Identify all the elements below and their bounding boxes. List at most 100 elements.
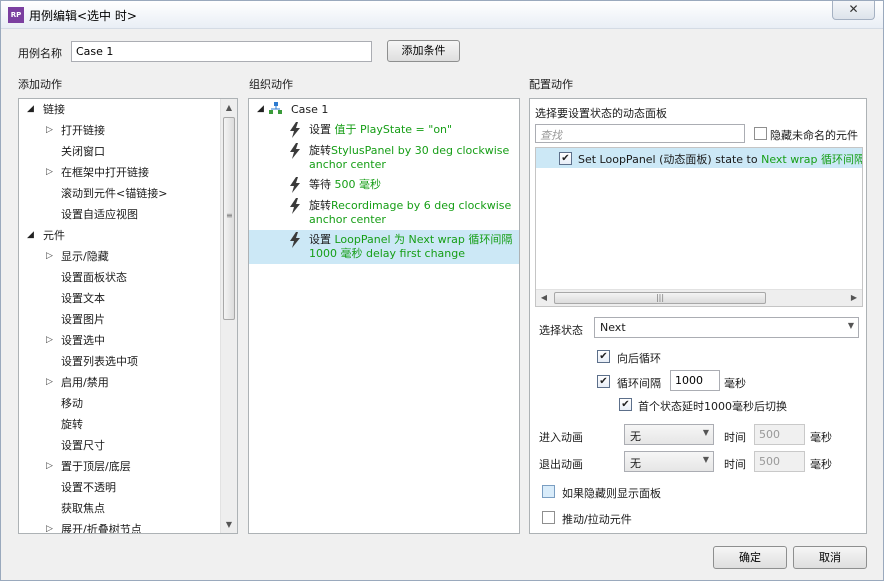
tree-item[interactable]: 获取焦点	[19, 498, 219, 519]
collapsed-triangle-icon[interactable]: ▷	[46, 330, 53, 351]
enter-animation-dropdown[interactable]: 无 ▼	[624, 424, 714, 445]
action-item[interactable]: 旋转StylusPanel by 30 deg clockwise anchor …	[249, 141, 519, 175]
title-bar: RP 用例编辑<选中 时> ✕	[1, 1, 883, 29]
scroll-right-arrow-icon[interactable]: ▶	[846, 290, 862, 306]
scroll-down-arrow-icon[interactable]: ▼	[221, 516, 237, 533]
interval-label: 循环间隔	[617, 377, 661, 390]
wrap-checkbox[interactable]: ✔	[597, 350, 610, 363]
action-item[interactable]: 设置 值于 PlayState = "on"	[249, 120, 519, 141]
action-text: 旋转Recordimage by 6 deg clockwise anchor c…	[309, 199, 511, 227]
close-icon[interactable]: ✕	[832, 1, 875, 20]
action-detail: 500 毫秒	[334, 178, 382, 191]
tree-item[interactable]: 移动	[19, 393, 219, 414]
tree-item[interactable]: 设置文本	[19, 288, 219, 309]
add-actions-heading: 添加动作	[18, 78, 62, 91]
tree-item-label: 旋转	[61, 418, 83, 431]
tree-item[interactable]: ▷ 启用/禁用	[19, 372, 219, 393]
expanded-triangle-icon[interactable]: ◢	[27, 99, 34, 120]
enter-animation-label: 进入动画	[539, 431, 583, 444]
select-state-dropdown[interactable]: Next ▼	[594, 317, 859, 338]
action-detail-line2: anchor center	[309, 158, 386, 171]
action-verb: 设置	[309, 233, 335, 246]
exit-time-input[interactable]: 500	[754, 451, 805, 472]
show-if-hidden-checkbox[interactable]	[542, 485, 555, 498]
tree-item[interactable]: 设置图片	[19, 309, 219, 330]
exit-animation-label: 退出动画	[539, 458, 583, 471]
collapsed-triangle-icon[interactable]: ▷	[46, 120, 53, 141]
collapsed-triangle-icon[interactable]: ▷	[46, 246, 53, 267]
axure-rp-app-icon: RP	[8, 7, 24, 23]
expanded-triangle-icon[interactable]: ◢	[257, 99, 264, 120]
cancel-button[interactable]: 取消	[793, 546, 867, 569]
window-title: 用例编辑<选中 时>	[29, 9, 137, 23]
tree-item-label: 滚动到元件<锚链接>	[61, 187, 168, 200]
tree-group-node[interactable]: ◢ 链接	[19, 99, 219, 120]
tree-group-node[interactable]: ◢ 元件	[19, 225, 219, 246]
tree-group-label: 元件	[43, 229, 65, 242]
exit-animation-dropdown[interactable]: 无 ▼	[624, 451, 714, 472]
tree-item[interactable]: 滚动到元件<锚链接>	[19, 183, 219, 204]
push-pull-checkbox[interactable]	[542, 511, 555, 524]
tree-item-label: 设置尺寸	[61, 439, 105, 452]
lightning-bolt-icon	[290, 198, 300, 214]
tree-item[interactable]: ▷ 打开链接	[19, 120, 219, 141]
tree-item[interactable]: 旋转	[19, 414, 219, 435]
lightning-bolt-icon	[290, 232, 300, 248]
hide-unnamed-checkbox[interactable]	[754, 127, 767, 140]
collapsed-triangle-icon[interactable]: ▷	[46, 162, 53, 183]
tree-item-label: 启用/禁用	[61, 376, 109, 389]
collapsed-triangle-icon[interactable]: ▷	[46, 456, 53, 477]
scroll-up-arrow-icon[interactable]: ▲	[221, 99, 237, 116]
tree-item[interactable]: ▷ 设置选中	[19, 330, 219, 351]
list-horizontal-scrollbar[interactable]: ◀ ||| ▶	[536, 289, 862, 306]
tree-item[interactable]: 设置列表选中项	[19, 351, 219, 372]
tree-item[interactable]: ▷ 在框架中打开链接	[19, 162, 219, 183]
list-item[interactable]: ✔ Set LoopPanel (动态面板) state to Next wra…	[536, 148, 863, 168]
tree-item-label: 移动	[61, 397, 83, 410]
add-condition-button[interactable]: 添加条件	[387, 40, 460, 62]
interval-input[interactable]: 1000	[670, 370, 720, 391]
case-name-input[interactable]: Case 1	[71, 41, 372, 62]
hide-unnamed-label: 隐藏未命名的元件	[770, 129, 858, 142]
action-text: 设置 LoopPanel 为 Next wrap 循环间隔 1000 毫秒 del…	[309, 233, 512, 261]
tree-item-label: 显示/隐藏	[61, 250, 109, 263]
chevron-down-icon: ▼	[702, 455, 709, 464]
scrollbar-thumb[interactable]: ≡	[223, 117, 235, 320]
scroll-left-arrow-icon[interactable]: ◀	[536, 290, 552, 306]
panel-item-checkbox[interactable]: ✔	[559, 152, 572, 165]
tree-vertical-scrollbar[interactable]: ▲ ≡ ▼	[220, 99, 237, 533]
interval-checkbox[interactable]: ✔	[597, 375, 610, 388]
action-text: 旋转StylusPanel by 30 deg clockwise anchor …	[309, 144, 509, 172]
configure-actions-panel: 选择要设置状态的动态面板 查找 隐藏未命名的元件 ✔ Set LoopPanel…	[529, 98, 867, 534]
search-input[interactable]: 查找	[535, 124, 745, 143]
action-item[interactable]: 设置 LoopPanel 为 Next wrap 循环间隔 1000 毫秒 del…	[249, 230, 519, 264]
chevron-down-icon: ▼	[702, 428, 709, 437]
action-detail: Recordimage by 6 deg clockwise	[331, 199, 512, 212]
tree-item[interactable]: 设置尺寸	[19, 435, 219, 456]
tree-item[interactable]: ▷ 展开/折叠树节点	[19, 519, 219, 533]
first-delay-checkbox[interactable]: ✔	[619, 398, 632, 411]
hscrollbar-thumb[interactable]: |||	[554, 292, 766, 304]
ok-button[interactable]: 确定	[713, 546, 787, 569]
tree-item[interactable]: 设置自适应视图	[19, 204, 219, 225]
action-item[interactable]: 旋转Recordimage by 6 deg clockwise anchor c…	[249, 196, 519, 230]
tree-item[interactable]: 设置不透明	[19, 477, 219, 498]
tree-group-label: 链接	[43, 103, 65, 116]
enter-time-unit: 毫秒	[810, 431, 832, 444]
lightning-bolt-icon	[290, 143, 300, 159]
tree-item[interactable]: ▷ 置于顶层/底层	[19, 456, 219, 477]
tree-item[interactable]: ▷ 显示/隐藏	[19, 246, 219, 267]
tree-item[interactable]: 设置面板状态	[19, 267, 219, 288]
collapsed-triangle-icon[interactable]: ▷	[46, 372, 53, 393]
panel-item-green: Next wrap 循环间隔 100	[761, 153, 863, 166]
expanded-triangle-icon[interactable]: ◢	[27, 225, 34, 246]
tree-item-label: 设置图片	[61, 313, 105, 326]
tree-item-label: 置于顶层/底层	[61, 460, 131, 473]
tree-item-label: 设置文本	[61, 292, 105, 305]
collapsed-triangle-icon[interactable]: ▷	[46, 519, 53, 533]
case-node[interactable]: ◢ Case 1	[249, 99, 519, 120]
use-case-editor-dialog: RP 用例编辑<选中 时> ✕ 用例名称 Case 1 添加条件 添加动作 组织…	[0, 0, 884, 581]
tree-item[interactable]: 关闭窗口	[19, 141, 219, 162]
enter-time-input[interactable]: 500	[754, 424, 805, 445]
action-item[interactable]: 等待 500 毫秒	[249, 175, 519, 196]
